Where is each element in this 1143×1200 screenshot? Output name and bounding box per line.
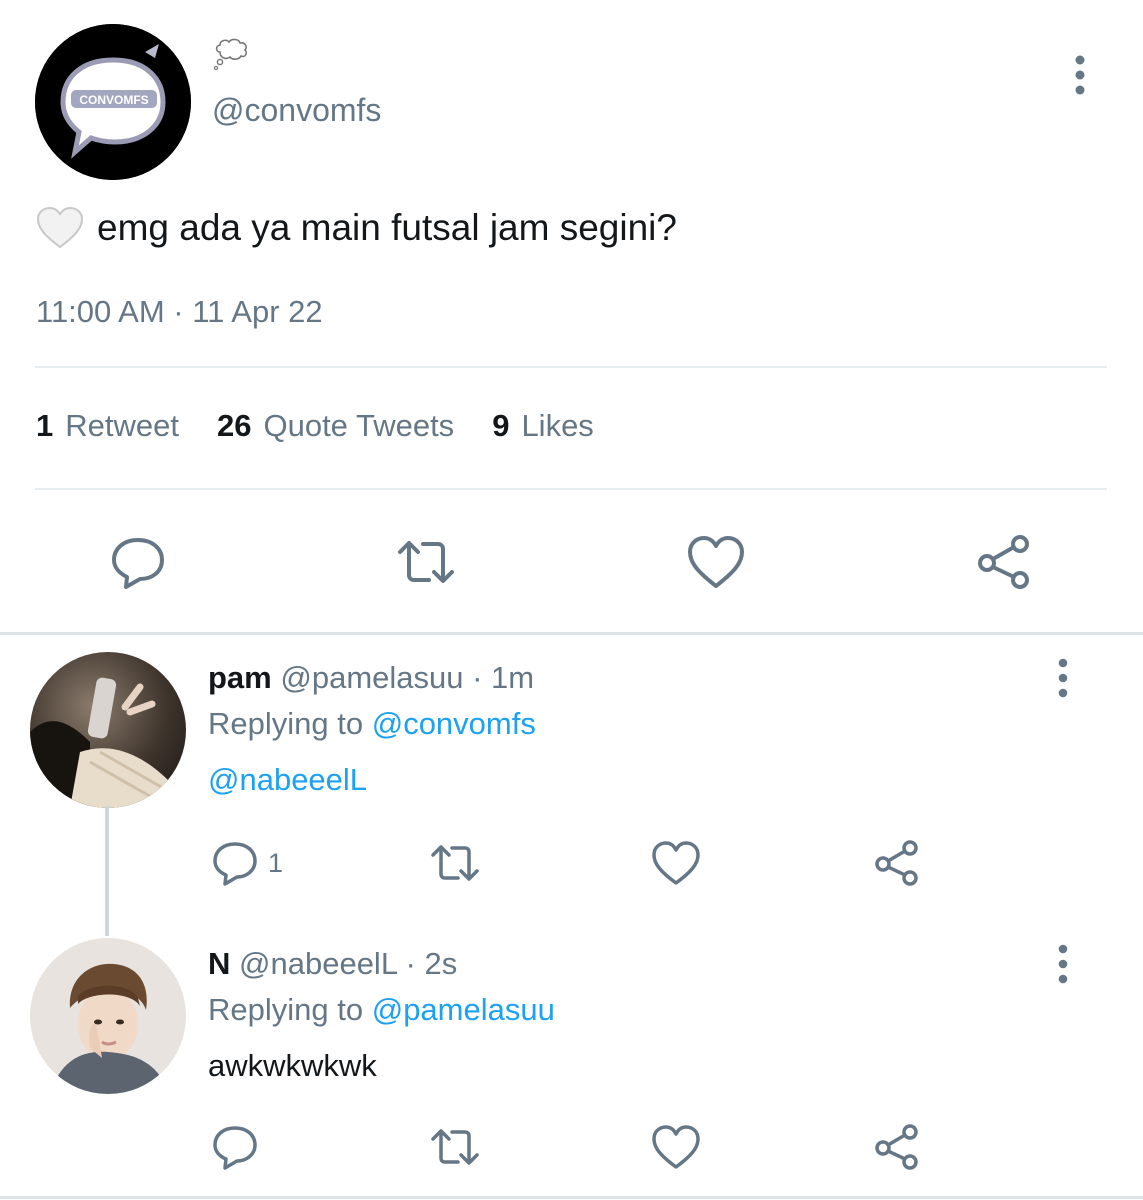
retweet-icon[interactable] xyxy=(396,532,456,592)
likes-stat[interactable]: 9 Likes xyxy=(492,408,594,444)
main-tweet-text: emg ada ya main futsal jam segini? xyxy=(97,207,677,248)
section-divider xyxy=(0,1196,1143,1199)
share-icon[interactable] xyxy=(872,1122,922,1172)
heart-icon[interactable] xyxy=(651,838,701,888)
replying-to-line: Replying to @convomfs xyxy=(208,706,536,742)
reply-icon[interactable] xyxy=(210,838,260,888)
reply-icon[interactable] xyxy=(108,532,168,592)
share-icon[interactable] xyxy=(872,838,922,888)
reply-icon[interactable] xyxy=(210,1122,260,1172)
replying-to-label: Replying to xyxy=(208,992,364,1027)
main-tweet-body: emg ada ya main futsal jam segini? xyxy=(35,204,677,252)
white-heart-emoji-icon xyxy=(35,206,85,250)
more-vertical-icon[interactable] xyxy=(1064,54,1096,96)
tweet-timestamp[interactable]: 11:00 AM · 11 Apr 22 xyxy=(36,294,323,330)
main-tweet-handle[interactable]: @convomfs xyxy=(212,92,381,129)
heart-icon[interactable] xyxy=(651,1122,701,1172)
reply-text: awkwkwkwk xyxy=(208,1048,377,1083)
retweet-icon[interactable] xyxy=(430,838,480,888)
reply-text[interactable]: @nabeeelL xyxy=(208,762,367,798)
replying-to-label: Replying to xyxy=(208,706,364,741)
thread-connector xyxy=(105,806,109,936)
quote-tweet-stat[interactable]: 26 Quote Tweets xyxy=(217,408,454,444)
retweet-icon[interactable] xyxy=(430,1122,480,1172)
quote-label: Quote Tweets xyxy=(263,408,455,443)
reply-author-name[interactable]: pam xyxy=(208,660,272,695)
divider xyxy=(35,366,1107,368)
divider xyxy=(35,488,1107,490)
convomfs-avatar[interactable]: CONVOMFS xyxy=(35,24,191,180)
pam-avatar[interactable] xyxy=(30,652,186,808)
replying-to-handle[interactable]: @pamelasuu xyxy=(372,992,555,1027)
reply-handle-time[interactable]: @pamelasuu · 1m xyxy=(280,660,534,695)
replying-to-line: Replying to @pamelasuu xyxy=(208,992,555,1028)
reply-author-name[interactable]: N xyxy=(208,946,230,981)
likes-count: 9 xyxy=(492,408,510,443)
reply-handle-time[interactable]: @nabeeelL · 2s xyxy=(239,946,457,981)
share-icon[interactable] xyxy=(974,532,1034,592)
reply-header: pam @pamelasuu · 1m xyxy=(208,660,534,696)
avatar-logo-text: CONVOMFS xyxy=(79,93,148,107)
more-vertical-icon[interactable] xyxy=(1049,658,1077,698)
likes-label: Likes xyxy=(521,408,594,443)
replying-to-handle[interactable]: @convomfs xyxy=(372,706,536,741)
heart-icon[interactable] xyxy=(686,532,746,592)
retweet-label: Retweet xyxy=(65,408,179,443)
n-avatar[interactable] xyxy=(30,938,186,1094)
retweet-count: 1 xyxy=(36,408,54,443)
tweet-stats: 1 Retweet 26 Quote Tweets 9 Likes xyxy=(36,408,594,444)
more-vertical-icon[interactable] xyxy=(1049,944,1077,984)
section-divider xyxy=(0,632,1143,635)
retweet-stat[interactable]: 1 Retweet xyxy=(36,408,179,444)
reply-header: N @nabeeelL · 2s xyxy=(208,946,457,982)
thought-bubble-icon xyxy=(212,34,252,74)
quote-count: 26 xyxy=(216,408,252,443)
reply-count: 1 xyxy=(268,848,284,878)
